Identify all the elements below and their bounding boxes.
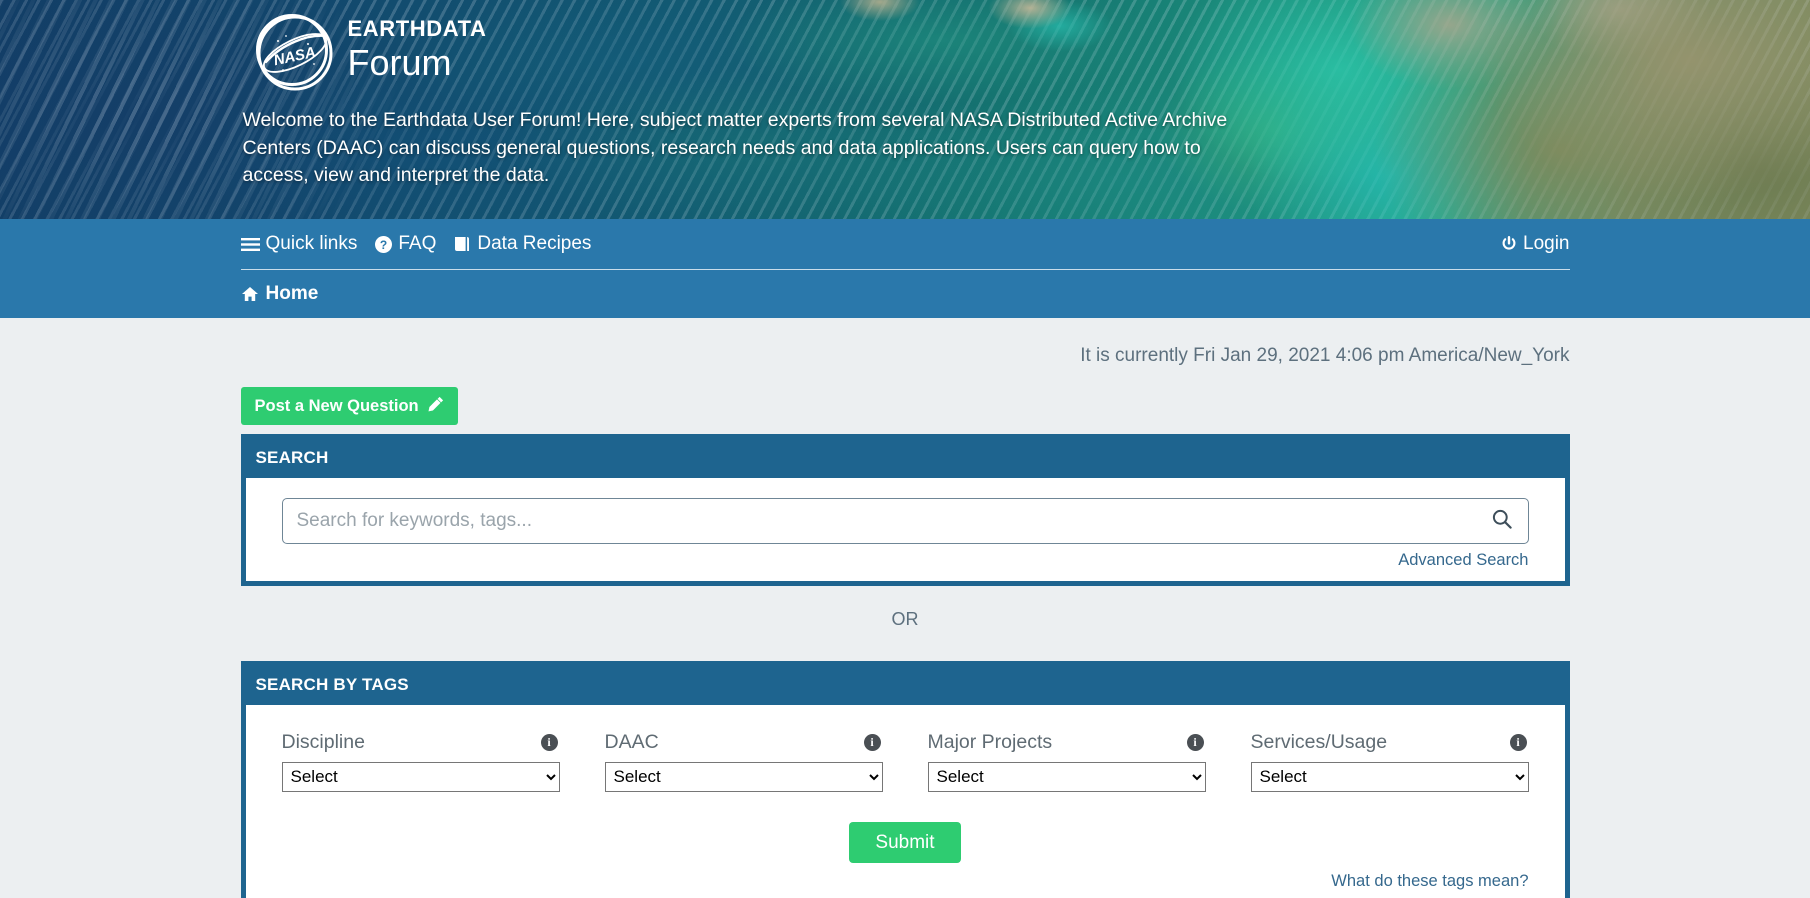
filter-discipline-select[interactable]: Select — [282, 762, 560, 792]
search-icon — [1492, 509, 1512, 532]
brand-title: Forum — [348, 42, 487, 83]
filter-major-projects: Major Projects i Select — [928, 731, 1206, 792]
tags-panel-heading: SEARCH BY TAGS — [246, 666, 1565, 705]
filter-discipline: Discipline i Select — [282, 731, 560, 792]
brand-eyebrow: EARTHDATA — [348, 17, 487, 41]
filter-services-usage-select[interactable]: Select — [1251, 762, 1529, 792]
search-panel-heading: SEARCH — [246, 439, 1565, 478]
post-new-question-label: Post a New Question — [255, 398, 419, 415]
banner-description: Welcome to the Earthdata User Forum! Her… — [243, 107, 1253, 190]
filter-major-projects-label: Major Projects — [928, 731, 1053, 754]
current-time: It is currently Fri Jan 29, 2021 4:06 pm… — [241, 318, 1570, 371]
breadcrumb-home[interactable]: Home — [241, 283, 319, 305]
hamburger-icon — [241, 237, 260, 252]
primary-nav: Quick links ? FAQ — [241, 219, 1570, 270]
power-icon — [1501, 236, 1517, 252]
search-submit-button[interactable] — [1484, 499, 1528, 543]
page-root: NASA EARTHDATA Forum Welcome to the Eart… — [0, 0, 1810, 898]
filter-daac-select[interactable]: Select — [605, 762, 883, 792]
brand-block: NASA EARTHDATA Forum — [241, 0, 1573, 86]
filter-major-projects-select[interactable]: Select — [928, 762, 1206, 792]
main-content: It is currently Fri Jan 29, 2021 4:06 pm… — [238, 318, 1573, 898]
filter-daac: DAAC i Select — [605, 731, 883, 792]
info-icon-services-usage[interactable]: i — [1510, 734, 1527, 751]
nav-faq[interactable]: ? FAQ — [375, 233, 436, 255]
nav-login[interactable]: Login — [1501, 233, 1570, 255]
info-icon-major-projects[interactable]: i — [1187, 734, 1204, 751]
post-new-question-button[interactable]: Post a New Question — [241, 387, 458, 425]
or-divider: OR — [241, 586, 1570, 652]
info-icon-daac[interactable]: i — [864, 734, 881, 751]
filter-daac-label: DAAC — [605, 731, 659, 754]
search-panel: SEARCH — [241, 434, 1570, 586]
nav-data-recipes-label: Data Recipes — [477, 233, 591, 255]
filter-services-usage: Services/Usage i Select — [1251, 731, 1529, 792]
nav-quick-links-label: Quick links — [266, 233, 358, 255]
home-icon — [241, 286, 259, 302]
nav-data-recipes[interactable]: Data Recipes — [454, 233, 591, 255]
search-by-tags-panel: SEARCH BY TAGS Discipline i Select — [241, 661, 1570, 898]
nav-login-label: Login — [1523, 233, 1570, 255]
book-icon — [454, 236, 471, 252]
advanced-search-link[interactable]: Advanced Search — [1398, 551, 1528, 569]
svg-text:?: ? — [380, 238, 387, 252]
navigation-bars: Quick links ? FAQ — [0, 219, 1810, 318]
filter-discipline-label: Discipline — [282, 731, 365, 754]
tags-help-link[interactable]: What do these tags mean? — [1331, 872, 1528, 890]
breadcrumb-home-label: Home — [266, 283, 319, 305]
info-icon-discipline[interactable]: i — [541, 734, 558, 751]
nav-quick-links[interactable]: Quick links — [241, 233, 358, 255]
filter-services-usage-label: Services/Usage — [1251, 731, 1388, 754]
nasa-meatball-logo: NASA — [256, 14, 328, 86]
search-input[interactable] — [283, 499, 1484, 543]
breadcrumb: Home — [241, 270, 1570, 318]
tags-submit-button[interactable]: Submit — [849, 822, 960, 863]
pencil-icon — [428, 396, 444, 416]
question-circle-icon: ? — [375, 236, 392, 253]
hero-banner: NASA EARTHDATA Forum Welcome to the Eart… — [0, 0, 1810, 219]
nav-faq-label: FAQ — [398, 233, 436, 255]
search-field-wrapper — [282, 498, 1529, 544]
